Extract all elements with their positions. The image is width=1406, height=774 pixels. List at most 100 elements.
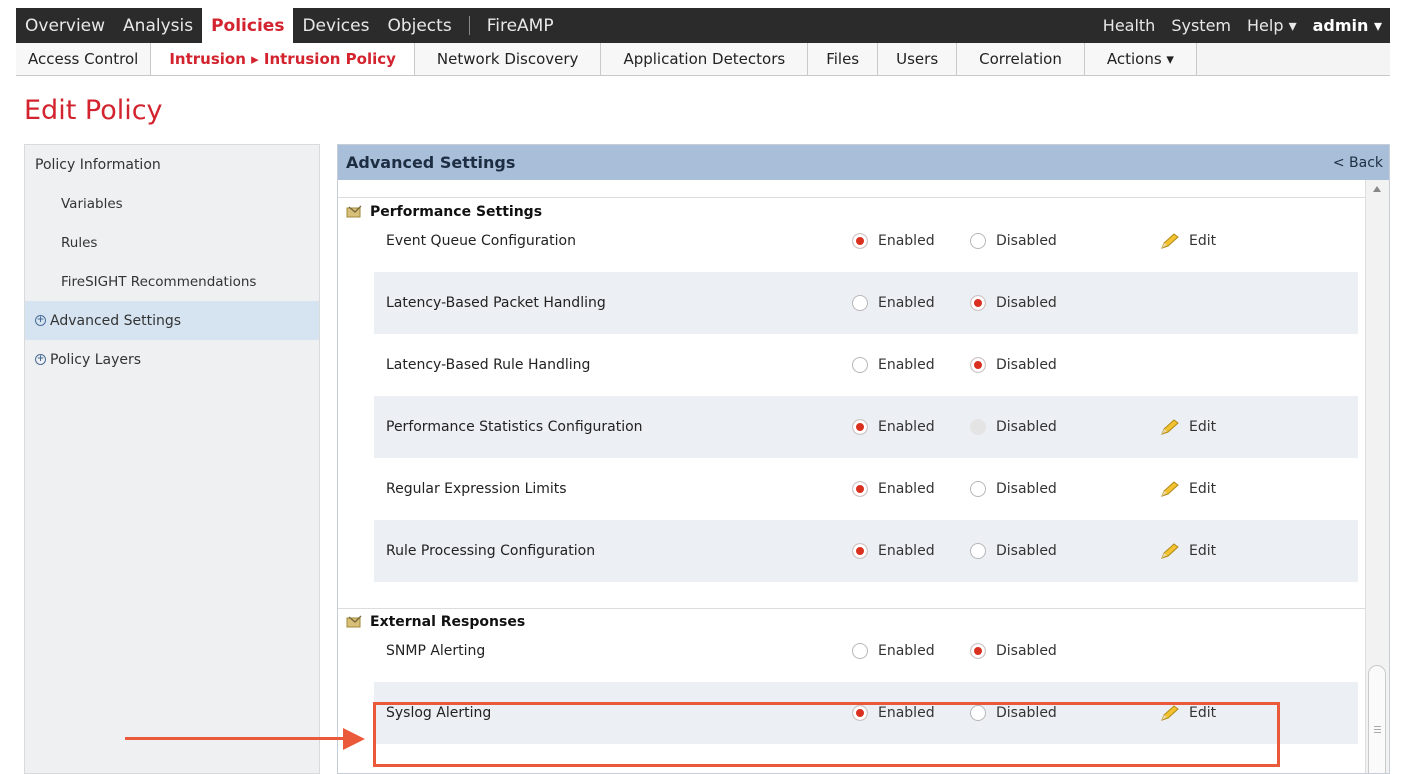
disabled-radio[interactable] <box>970 643 986 659</box>
disabled-option[interactable]: Disabled <box>970 543 1057 559</box>
setting-row: Latency-Based Rule Handling Enabled Disabl… <box>374 334 1358 396</box>
pencil-icon <box>1161 481 1179 497</box>
sub-nav: Access Control Intrusion ▸ Intrusion Pol… <box>16 43 1390 76</box>
disabled-radio[interactable] <box>970 419 986 435</box>
sidebar-item-firesight-recommendations[interactable]: FireSIGHT Recommendations <box>25 262 319 301</box>
enabled-radio[interactable] <box>852 643 868 659</box>
enabled-option[interactable]: Enabled <box>852 481 935 497</box>
subnav-network-discovery[interactable]: Network Discovery <box>414 43 602 75</box>
disabled-label: Disabled <box>996 705 1057 721</box>
edit-button[interactable]: Edit <box>1159 232 1216 250</box>
vertical-scrollbar[interactable] <box>1365 180 1389 773</box>
expand-icon[interactable]: + <box>35 354 46 365</box>
disabled-radio[interactable] <box>970 233 986 249</box>
enabled-radio[interactable] <box>852 705 868 721</box>
subnav-correlation[interactable]: Correlation <box>957 43 1085 75</box>
enabled-option[interactable]: Enabled <box>852 233 935 249</box>
setting-row: Performance Statistics Configuration Enab… <box>374 396 1358 458</box>
enabled-radio[interactable] <box>852 357 868 373</box>
disabled-option[interactable]: Disabled <box>970 357 1057 373</box>
enabled-label: Enabled <box>878 643 935 659</box>
scrollbar-thumb[interactable] <box>1368 665 1386 773</box>
setting-label: Rule Processing Configuration <box>386 543 596 559</box>
disabled-label: Disabled <box>996 481 1057 497</box>
sidebar-item-advanced-settings[interactable]: + Advanced Settings <box>25 301 319 340</box>
disabled-radio[interactable] <box>970 357 986 373</box>
setting-row: Event Queue Configuration Enabled Disabled… <box>374 210 1358 272</box>
section-divider <box>338 608 1365 609</box>
setting-label: Syslog Alerting <box>386 705 492 721</box>
nav-admin-menu[interactable]: admin ▾ <box>1305 8 1390 43</box>
setting-label: SNMP Alerting <box>386 643 486 659</box>
enabled-radio[interactable] <box>852 295 868 311</box>
sidebar-item-variables[interactable]: Variables <box>25 184 319 223</box>
back-link[interactable]: < Back <box>1333 155 1383 171</box>
nav-fireamp[interactable]: FireAMP <box>478 8 563 43</box>
disabled-radio[interactable] <box>970 481 986 497</box>
enabled-label: Enabled <box>878 543 935 559</box>
sidebar-item-policy-information[interactable]: Policy Information <box>25 145 319 184</box>
section-settings-icon <box>346 615 362 628</box>
disabled-label: Disabled <box>996 419 1057 435</box>
edit-label: Edit <box>1189 233 1217 249</box>
nav-health[interactable]: Health <box>1095 8 1164 43</box>
enabled-radio[interactable] <box>852 481 868 497</box>
nav-system[interactable]: System <box>1163 8 1239 43</box>
setting-row: Latency-Based Packet Handling Enabled Disa… <box>374 272 1358 334</box>
disabled-label: Disabled <box>996 543 1057 559</box>
nav-help[interactable]: Help ▾ <box>1239 8 1305 43</box>
enabled-option[interactable]: Enabled <box>852 357 935 373</box>
enabled-radio[interactable] <box>852 543 868 559</box>
disabled-option[interactable]: Disabled <box>970 705 1057 721</box>
subnav-users[interactable]: Users <box>878 43 958 75</box>
subnav-files[interactable]: Files <box>808 43 879 75</box>
panel-header: Advanced Settings < Back <box>338 145 1389 180</box>
edit-label: Edit <box>1189 481 1217 497</box>
subnav-intrusion-policy[interactable]: Intrusion ▸ Intrusion Policy <box>151 43 415 75</box>
disabled-option[interactable]: Disabled <box>970 481 1057 497</box>
disabled-option[interactable]: Disabled <box>970 295 1057 311</box>
disabled-radio[interactable] <box>970 543 986 559</box>
edit-button[interactable]: Edit <box>1159 704 1216 722</box>
nav-devices[interactable]: Devices <box>293 8 378 43</box>
disabled-radio[interactable] <box>970 295 986 311</box>
nav-objects[interactable]: Objects <box>378 8 460 43</box>
sidebar-item-rules[interactable]: Rules <box>25 223 319 262</box>
enabled-option[interactable]: Enabled <box>852 643 935 659</box>
nav-divider <box>468 16 470 35</box>
sidebar-item-label: Policy Layers <box>50 351 142 368</box>
pencil-icon <box>1161 543 1179 559</box>
enabled-option[interactable]: Enabled <box>852 419 935 435</box>
enabled-option[interactable]: Enabled <box>852 705 935 721</box>
disabled-radio[interactable] <box>970 705 986 721</box>
edit-button[interactable]: Edit <box>1159 480 1216 498</box>
nav-policies[interactable]: Policies <box>202 8 294 43</box>
enabled-radio[interactable] <box>852 419 868 435</box>
enabled-option[interactable]: Enabled <box>852 295 935 311</box>
subnav-access-control[interactable]: Access Control <box>16 43 152 75</box>
disabled-option[interactable]: Disabled <box>970 233 1057 249</box>
nav-overview[interactable]: Overview <box>16 8 114 43</box>
edit-label: Edit <box>1189 419 1217 435</box>
annotation-arrow-head <box>343 728 365 750</box>
disabled-label: Disabled <box>996 295 1057 311</box>
sidebar-item-policy-layers[interactable]: + Policy Layers <box>25 340 319 379</box>
enabled-radio[interactable] <box>852 233 868 249</box>
edit-button[interactable]: Edit <box>1159 418 1216 436</box>
disabled-label: Disabled <box>996 643 1057 659</box>
advanced-settings-panel: Advanced Settings < Back Performance Set… <box>337 144 1390 774</box>
setting-row: Syslog Alerting Enabled Disabled Edit <box>374 682 1358 744</box>
subnav-actions-menu[interactable]: Actions ▾ <box>1084 43 1197 75</box>
setting-label: Regular Expression Limits <box>386 481 567 497</box>
disabled-option[interactable]: Disabled <box>970 643 1057 659</box>
scroll-up-icon[interactable] <box>1373 186 1381 192</box>
enabled-label: Enabled <box>878 705 935 721</box>
expand-icon[interactable]: + <box>35 315 46 326</box>
nav-analysis[interactable]: Analysis <box>114 8 202 43</box>
disabled-option[interactable]: Disabled <box>970 419 1057 435</box>
edit-label: Edit <box>1189 543 1217 559</box>
subnav-application-detectors[interactable]: Application Detectors <box>601 43 809 75</box>
edit-button[interactable]: Edit <box>1159 542 1216 560</box>
setting-row: SNMP Alerting Enabled Disabled <box>374 620 1358 682</box>
enabled-option[interactable]: Enabled <box>852 543 935 559</box>
